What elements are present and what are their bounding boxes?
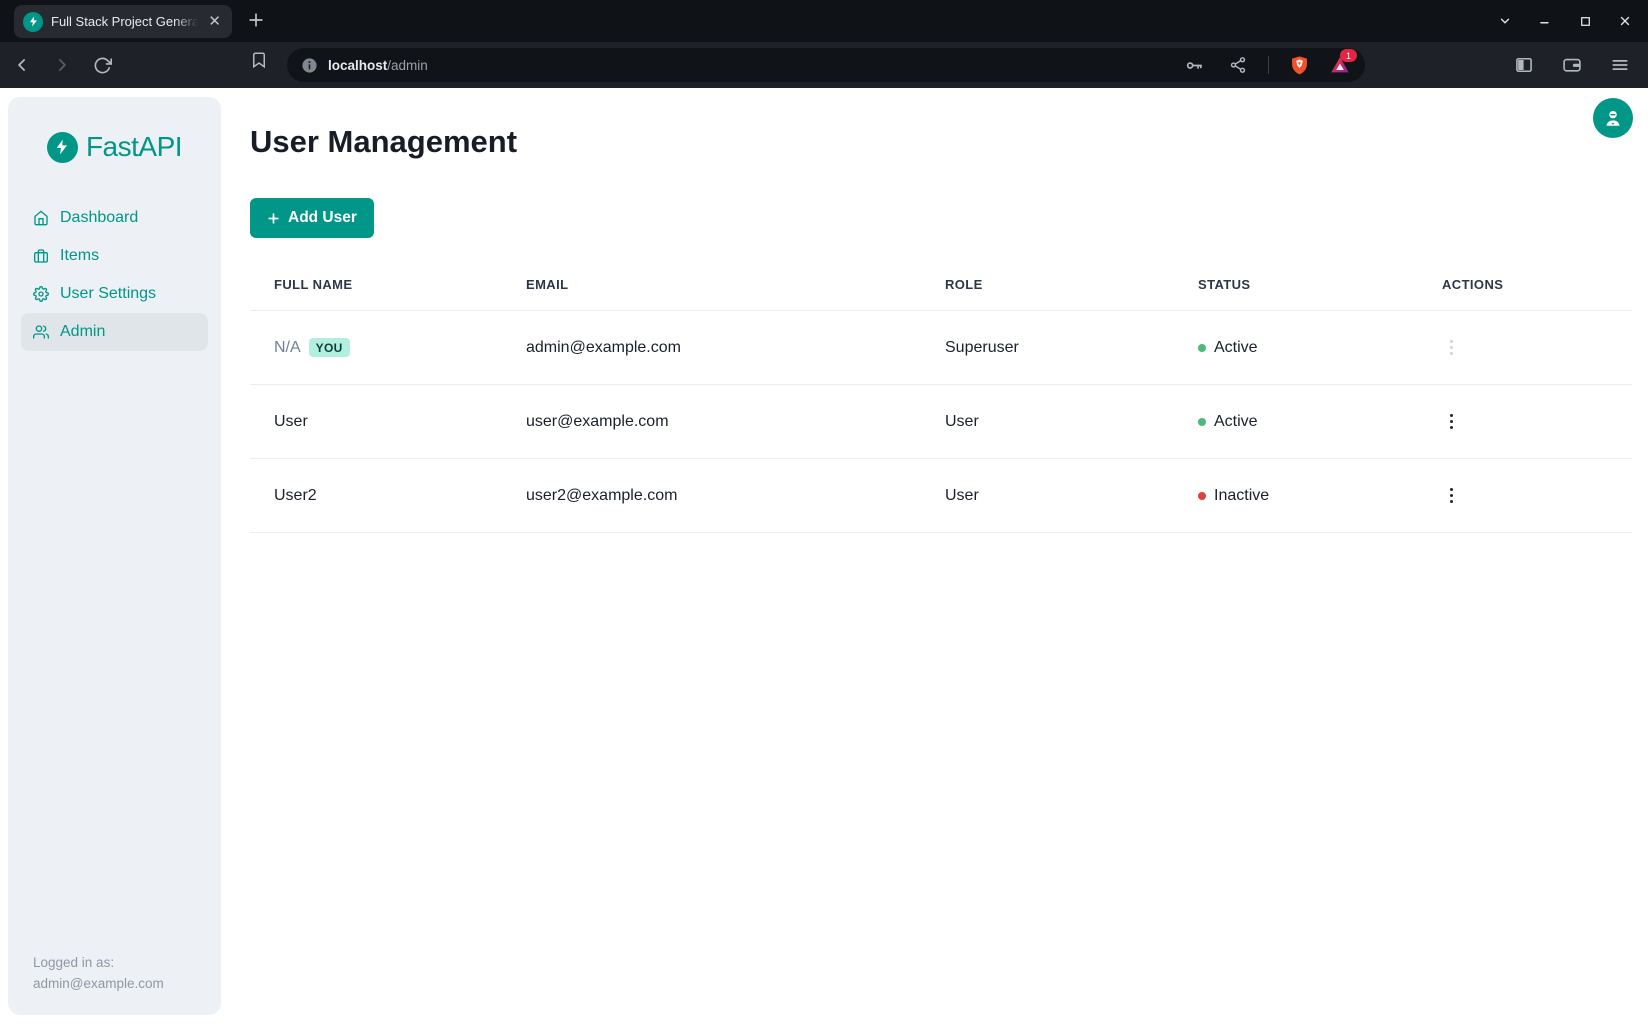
tab-close-icon[interactable]: ✕ [206,12,223,31]
wallet-icon[interactable] [1558,51,1586,79]
header-actions: ACTIONS [1418,277,1632,292]
logged-in-label: Logged in as: [33,953,164,974]
users-table: FULL NAME EMAIL ROLE STATUS ACTIONS N/A … [250,258,1632,533]
status-dot [1198,344,1206,352]
password-key-icon[interactable] [1180,51,1208,79]
divider [1268,56,1269,74]
cell-full-name: User2 [250,487,502,505]
maximize-button[interactable] [1572,8,1598,34]
forward-icon[interactable] [48,51,76,79]
share-icon[interactable] [1224,51,1252,79]
cell-full-name: User [250,413,502,431]
fastapi-logo[interactable]: FastAPI [8,131,221,163]
full-name-value: User [274,413,308,431]
sidebar-item-items[interactable]: Items [21,237,208,275]
tab-search-chevron-icon[interactable] [1492,8,1518,34]
logged-in-footer: Logged in as: admin@example.com [33,953,164,995]
url-path: /admin [387,58,428,73]
window-controls [1492,0,1638,42]
toolbar-right [1510,42,1634,88]
cell-actions [1418,334,1632,361]
add-user-button[interactable]: Add User [250,198,374,238]
table-row: User user@example.com User Active [250,385,1632,459]
gear-icon [33,286,49,302]
status-label: Active [1214,339,1258,357]
you-badge: YOU [309,338,350,357]
plus-icon [267,212,280,225]
cell-status: Inactive [1174,487,1418,505]
sidebar-item-label: Items [60,247,99,265]
logged-in-email: admin@example.com [33,974,164,995]
fastapi-favicon-icon [23,12,43,32]
fastapi-logo-icon [47,132,78,163]
cell-role: User [921,487,1174,505]
table-row: User2 user2@example.com User Inactive [250,459,1632,533]
tab-title: Full Stack Project Genera [51,14,198,29]
brave-shield-icon[interactable] [1285,51,1313,79]
status-dot [1198,418,1206,426]
row-actions-menu-button[interactable] [1442,334,1461,361]
cell-role: Superuser [921,339,1174,357]
header-email: EMAIL [502,277,921,292]
user-menu-avatar-button[interactable] [1593,98,1633,138]
sidebar-item-label: User Settings [60,285,156,303]
cell-email: user@example.com [502,413,921,431]
sidebar-item-admin[interactable]: Admin [21,313,208,351]
cell-status: Active [1174,339,1418,357]
sidebar-item-label: Admin [60,323,105,341]
status-label: Inactive [1214,487,1269,505]
row-actions-menu-button[interactable] [1442,482,1461,509]
fastapi-logo-text: FastAPI [86,131,182,163]
cell-actions [1418,482,1632,509]
cell-full-name: N/A YOU [250,338,502,357]
sidebar-panel-icon[interactable] [1510,51,1538,79]
url-bar[interactable]: localhost/admin 1 [287,48,1365,82]
bookmark-icon[interactable] [250,51,268,74]
status-dot [1198,492,1206,500]
cell-role: User [921,413,1174,431]
browser-tab[interactable]: Full Stack Project Genera ✕ [14,5,232,38]
table-header-row: FULL NAME EMAIL ROLE STATUS ACTIONS [250,258,1632,311]
sidebar-nav: Dashboard Items User Settings [8,199,221,351]
header-status: STATUS [1174,277,1418,292]
brave-rewards-icon[interactable]: 1 [1329,54,1351,76]
browser-tab-bar: Full Stack Project Genera ✕ [0,0,1648,42]
minimize-button[interactable] [1532,8,1558,34]
nav-buttons [8,42,116,88]
sidebar-item-user-settings[interactable]: User Settings [21,275,208,313]
cell-email: user2@example.com [502,487,921,505]
page-content: FastAPI Dashboard Items [0,88,1648,1025]
rewards-badge: 1 [1340,49,1357,62]
header-role: ROLE [921,277,1174,292]
cell-status: Active [1174,413,1418,431]
briefcase-icon [33,248,49,264]
sidebar-item-dashboard[interactable]: Dashboard [21,199,208,237]
url-text[interactable]: localhost/admin [328,58,428,73]
menu-hamburger-icon[interactable] [1606,51,1634,79]
full-name-value: N/A [274,339,301,357]
urlbar-actions: 1 [1180,51,1351,79]
table-row: N/A YOU admin@example.com Superuser Acti… [250,311,1632,385]
users-icon [33,324,49,340]
tab-title-fade [174,14,198,29]
home-icon [33,210,49,226]
reload-icon[interactable] [88,51,116,79]
cell-email: admin@example.com [502,339,921,357]
close-window-button[interactable] [1612,8,1638,34]
sidebar-item-label: Dashboard [60,209,138,227]
page-title: User Management [250,124,517,160]
browser-window: Full Stack Project Genera ✕ [0,0,1648,1025]
sidebar: FastAPI Dashboard Items [8,97,221,1015]
cell-actions [1418,408,1632,435]
row-actions-menu-button[interactable] [1442,408,1461,435]
header-full-name: FULL NAME [250,277,502,292]
site-info-icon[interactable] [301,57,318,74]
full-name-value: User2 [274,487,317,505]
user-avatar-icon [1602,107,1624,129]
status-label: Active [1214,413,1258,431]
new-tab-button[interactable] [246,10,266,35]
add-user-label: Add User [288,209,357,227]
back-icon[interactable] [8,51,36,79]
